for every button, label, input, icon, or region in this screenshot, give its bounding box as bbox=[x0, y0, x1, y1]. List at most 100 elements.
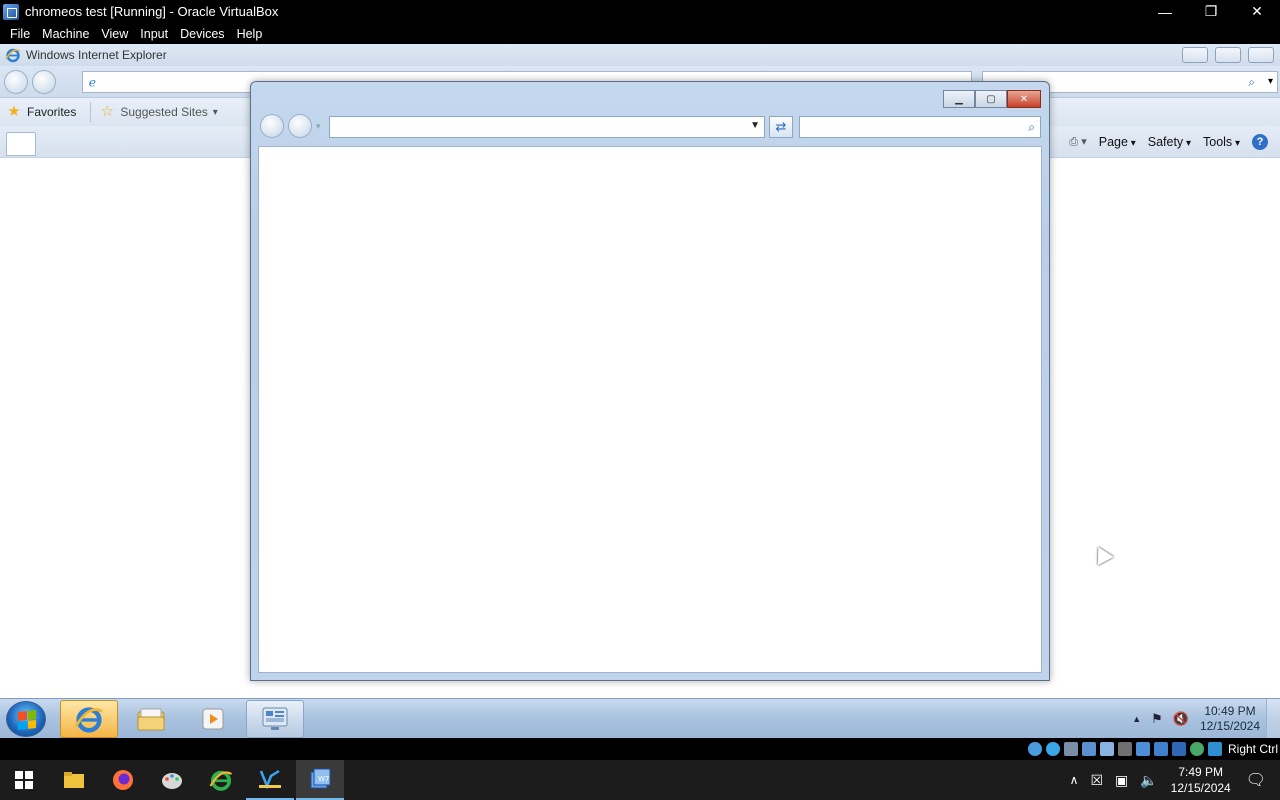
menu-machine[interactable]: Machine bbox=[36, 27, 95, 41]
host-file-explorer[interactable] bbox=[50, 760, 98, 800]
ie-logo-icon bbox=[74, 707, 103, 733]
host-key-label: Right Ctrl bbox=[1227, 742, 1278, 756]
ie-bg-minimize-icon[interactable] bbox=[1182, 47, 1208, 63]
suggested-sites-label: Suggested Sites bbox=[120, 105, 208, 119]
guest-date: 12/15/2024 bbox=[1199, 719, 1261, 733]
recording-icon[interactable] bbox=[1153, 742, 1168, 756]
host-start-button[interactable] bbox=[0, 760, 48, 800]
network-icon[interactable] bbox=[1081, 742, 1096, 756]
windows-logo-icon bbox=[18, 710, 36, 730]
taskbar-media-player[interactable] bbox=[184, 700, 242, 738]
start-button[interactable] bbox=[6, 701, 46, 737]
host-virtualbox[interactable]: W7 bbox=[296, 760, 344, 800]
control-panel-icon bbox=[262, 707, 288, 730]
back-icon[interactable] bbox=[260, 114, 284, 138]
virtualbox-statusbar: Right Ctrl bbox=[0, 738, 1280, 760]
menu-help[interactable]: Help bbox=[231, 27, 269, 41]
display-icon[interactable] bbox=[1135, 742, 1150, 756]
maximize-icon[interactable]: ▢ bbox=[975, 90, 1007, 108]
minimize-icon[interactable]: ▁ bbox=[943, 90, 975, 108]
action-center-flag-icon[interactable]: ⚑ bbox=[1151, 711, 1163, 727]
menu-devices[interactable]: Devices bbox=[174, 27, 230, 41]
forward-icon[interactable] bbox=[32, 70, 56, 94]
taskbar-internet-explorer[interactable] bbox=[60, 700, 118, 738]
host-paint-app[interactable] bbox=[148, 760, 196, 800]
search-icon[interactable]: ⌕ bbox=[1248, 75, 1255, 90]
ie-bg-restore-icon[interactable] bbox=[1215, 47, 1241, 63]
add-favorite-icon: ☆ bbox=[100, 103, 115, 120]
paint-palette-icon bbox=[162, 773, 182, 789]
hard-disk-icon[interactable] bbox=[1027, 742, 1042, 756]
history-dropdown-icon[interactable]: ▾ bbox=[316, 121, 321, 132]
ie-bg-close-icon[interactable] bbox=[1248, 47, 1274, 63]
search-icon[interactable]: ⌕ bbox=[1028, 120, 1035, 135]
folder-icon bbox=[137, 708, 165, 731]
optical-drive-icon[interactable] bbox=[1045, 742, 1060, 756]
divider bbox=[90, 102, 92, 122]
mouse-integration-icon[interactable] bbox=[1207, 742, 1222, 756]
page-content[interactable] bbox=[258, 146, 1042, 673]
restore-icon[interactable]: ❐ bbox=[1188, 0, 1234, 23]
notifications-icon[interactable]: 🗨 bbox=[1246, 770, 1266, 790]
guest-clock[interactable]: 10:49 PM 12/15/2024 bbox=[1194, 704, 1266, 734]
address-bar[interactable]: ▼ bbox=[329, 116, 765, 138]
menu-input[interactable]: Input bbox=[134, 27, 174, 41]
guest-system-tray: ▲ ⚑ 🔇 10:49 PM 12/15/2024 bbox=[1127, 699, 1280, 738]
security-warning-icon[interactable]: ☒ bbox=[1090, 772, 1103, 789]
favorites-button[interactable]: ★ Favorites bbox=[6, 104, 76, 120]
close-icon[interactable]: ✕ bbox=[1234, 0, 1280, 23]
tools-menu[interactable]: Tools bbox=[1203, 135, 1240, 149]
suggested-sites-button[interactable]: ☆ Suggested Sites ▾ bbox=[99, 103, 218, 120]
network-icon[interactable]: ▣ bbox=[1115, 772, 1128, 789]
volume-icon[interactable]: 🔈 bbox=[1140, 772, 1157, 789]
host-clock[interactable]: 7:49 PM 12/15/2024 bbox=[1168, 764, 1234, 796]
guest-additions-icon[interactable] bbox=[1189, 742, 1204, 756]
virtualbox-app-icon bbox=[3, 3, 19, 20]
show-hidden-icons-icon[interactable]: ∧ bbox=[1070, 773, 1079, 787]
show-hidden-icons-icon[interactable]: ▲ bbox=[1132, 714, 1141, 724]
media-player-icon bbox=[202, 708, 224, 730]
command-buttons: ⎙ ▾ Page Safety Tools ? bbox=[1069, 134, 1268, 150]
close-icon[interactable]: ✕ bbox=[1007, 90, 1041, 108]
page-menu[interactable]: Page bbox=[1099, 135, 1136, 149]
usb-icon[interactable] bbox=[1099, 742, 1114, 756]
forward-icon[interactable] bbox=[288, 114, 312, 138]
search-dropdown-icon[interactable]: ▾ bbox=[1268, 76, 1273, 87]
shared-folders-icon[interactable] bbox=[1117, 742, 1132, 756]
search-box[interactable]: ⌕ bbox=[799, 116, 1041, 138]
star-icon: ★ bbox=[7, 103, 21, 120]
refresh-icon[interactable]: ⇄ bbox=[769, 116, 793, 138]
firefox-icon bbox=[113, 770, 133, 790]
help-icon[interactable]: ? bbox=[1252, 134, 1268, 150]
ie-foreground-window: ▁ ▢ ✕ ▾ ▼ ⇄ ⌕ bbox=[250, 81, 1050, 681]
menu-view[interactable]: View bbox=[95, 27, 134, 41]
guest-time: 10:49 PM bbox=[1204, 704, 1256, 718]
minimize-icon[interactable]: — bbox=[1142, 0, 1188, 23]
print-icon[interactable]: ⎙ ▾ bbox=[1069, 135, 1086, 149]
virtualbox-titlebar: chromeos test [Running] - Oracle Virtual… bbox=[0, 0, 1280, 23]
host-firefox[interactable] bbox=[99, 760, 147, 800]
window-controls: ▁ ▢ ✕ bbox=[943, 90, 1041, 108]
host-taskbar: W7 ∧ ☒ ▣ 🔈 7:49 PM 12/15/2024 🗨 bbox=[0, 760, 1280, 800]
show-desktop-button[interactable] bbox=[1266, 699, 1280, 738]
host-system-tray: ∧ ☒ ▣ 🔈 7:49 PM 12/15/2024 🗨 bbox=[1064, 760, 1280, 800]
taskbar-control-panel[interactable] bbox=[246, 700, 304, 738]
menu-file[interactable]: File bbox=[4, 27, 36, 41]
ie-logo-icon bbox=[5, 48, 21, 63]
volume-muted-icon[interactable]: 🔇 bbox=[1173, 711, 1189, 727]
browser-tab[interactable] bbox=[6, 132, 36, 156]
address-dropdown-icon[interactable]: ▼ bbox=[750, 120, 760, 131]
back-icon[interactable] bbox=[4, 70, 28, 94]
vt-x-icon[interactable] bbox=[1171, 742, 1186, 756]
safety-menu[interactable]: Safety bbox=[1148, 135, 1191, 149]
guest-screen: Windows Internet Explorer e ⌕ ▾ ★ Favori… bbox=[0, 44, 1280, 738]
virtualbox-icon: W7 bbox=[310, 768, 331, 789]
ie-logo-icon bbox=[209, 770, 233, 791]
taskbar-explorer[interactable] bbox=[122, 700, 180, 738]
audio-icon[interactable] bbox=[1063, 742, 1078, 756]
favorites-label: Favorites bbox=[27, 105, 77, 119]
ie-background-title: Windows Internet Explorer bbox=[26, 48, 167, 62]
host-internet-explorer[interactable] bbox=[197, 760, 245, 800]
guest-taskbar: ▲ ⚑ 🔇 10:49 PM 12/15/2024 bbox=[0, 698, 1280, 738]
host-visual-studio-code[interactable] bbox=[246, 760, 294, 800]
